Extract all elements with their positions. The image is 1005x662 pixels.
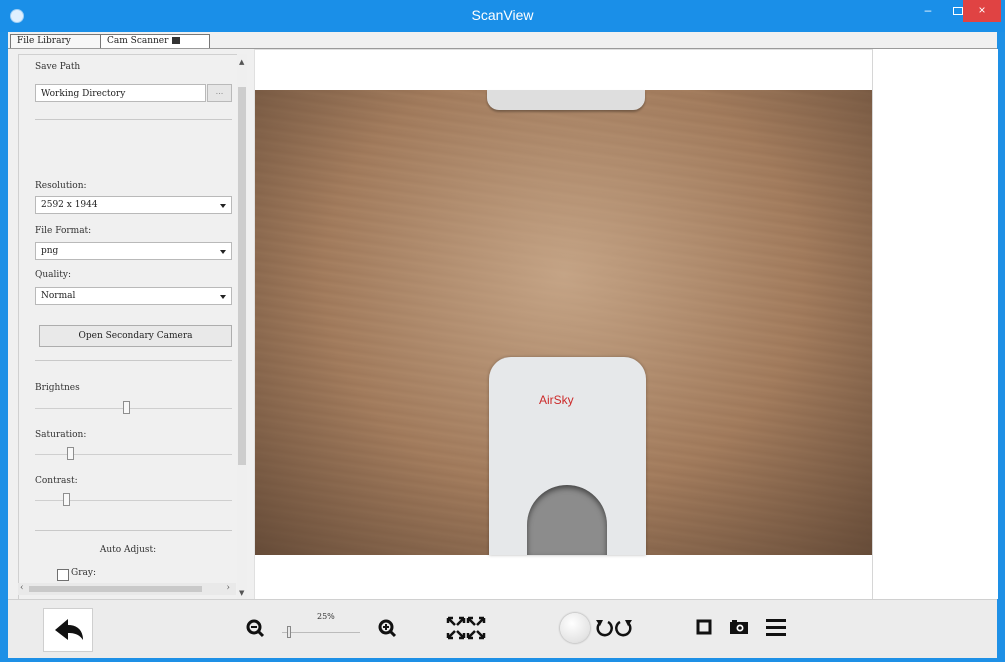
contrast-label: Contrast: [35, 476, 78, 486]
scroll-left-icon[interactable]: ‹ [20, 583, 24, 593]
rotate-right-icon [615, 620, 632, 637]
back-arrow-icon [55, 619, 83, 640]
resolution-select[interactable]: 2592 x 1944 [35, 196, 232, 214]
brightness-slider-track [35, 408, 232, 409]
tab-label: Cam Scanner [107, 36, 169, 46]
tab-cam-scanner[interactable]: Cam Scanner [100, 34, 210, 48]
fit-screen-icon [446, 616, 486, 640]
rotate-left-icon [596, 620, 613, 637]
device-image-top [487, 90, 645, 110]
settings-vertical-scrollbar[interactable]: ▲ ▼ [237, 54, 247, 599]
save-path-field[interactable]: Working Directory [35, 84, 206, 102]
auto-adjust-label: Auto Adjust: [99, 545, 157, 555]
tab-bar: File Library Cam Scanner [8, 32, 997, 49]
minimize-button[interactable]: – [913, 0, 943, 22]
camera-preview[interactable]: AirSky [254, 49, 873, 601]
scroll-down-icon[interactable]: ▼ [239, 589, 244, 597]
file-format-label: File Format: [35, 226, 92, 236]
open-secondary-camera-button[interactable]: Open Secondary Camera [39, 325, 232, 347]
divider [35, 119, 232, 120]
menu-icon [766, 619, 786, 636]
brightness-label: Brightnes [35, 383, 80, 393]
quality-label: Quality: [35, 270, 72, 280]
client-area: File Library Cam Scanner Save Path Worki… [8, 32, 998, 658]
back-button[interactable] [43, 608, 93, 652]
close-button[interactable]: × [963, 0, 1001, 22]
crop-button[interactable] [696, 619, 712, 639]
zoom-out-icon [246, 619, 265, 638]
quality-select[interactable]: Normal [35, 287, 232, 305]
saturation-label: Saturation: [35, 430, 87, 440]
gray-label: Gray: [71, 568, 96, 578]
file-format-value: png [41, 246, 59, 256]
zoom-in-icon [378, 619, 397, 638]
file-format-select[interactable]: png [35, 242, 232, 260]
window-title: ScanView [471, 7, 534, 23]
brightness-slider[interactable] [123, 401, 130, 414]
tab-label: File Library [17, 36, 71, 46]
scrollbar-thumb[interactable] [238, 87, 246, 465]
menu-button[interactable] [765, 616, 787, 642]
divider [35, 360, 232, 361]
zoom-out-button[interactable] [246, 619, 266, 643]
camera-icon [730, 620, 748, 634]
zoom-in-button[interactable] [378, 619, 398, 643]
bottom-toolbar: 25% [8, 599, 997, 658]
contrast-slider[interactable] [63, 493, 70, 506]
zoom-level: 25% [317, 612, 335, 621]
chevron-down-icon [220, 295, 226, 299]
tab-close-icon[interactable] [172, 37, 181, 44]
capture-button[interactable] [560, 613, 590, 643]
saturation-slider-track [35, 454, 232, 455]
device-opening [527, 485, 607, 555]
scrollbar-thumb[interactable] [29, 586, 202, 592]
camera-button[interactable] [729, 619, 749, 639]
thumbnail-pane [872, 49, 998, 599]
divider [35, 530, 232, 531]
chevron-down-icon [220, 204, 226, 208]
browse-button[interactable]: ... [207, 84, 232, 102]
zoom-slider-track [282, 632, 360, 633]
quality-value: Normal [41, 291, 76, 301]
tab-file-library[interactable]: File Library [10, 34, 104, 48]
device-image-bottom: AirSky [489, 357, 646, 555]
rotate-right-button[interactable] [614, 617, 634, 643]
maximize-icon [953, 7, 963, 15]
rotate-left-button[interactable] [594, 617, 614, 643]
camera-feed-image: AirSky [255, 90, 872, 555]
device-logo: AirSky [539, 393, 574, 407]
save-path-label: Save Path [35, 62, 81, 72]
title-bar: ScanView – × [0, 0, 1005, 32]
settings-panel: Save Path Working Directory ... Resoluti… [18, 54, 238, 601]
chevron-down-icon [220, 250, 226, 254]
crop-icon [696, 619, 712, 635]
resolution-value: 2592 x 1944 [41, 200, 98, 210]
scroll-right-icon[interactable]: › [226, 583, 230, 593]
gray-checkbox[interactable] [57, 569, 69, 581]
fit-screen-button[interactable] [446, 616, 486, 644]
settings-horizontal-scrollbar[interactable]: ‹ › [18, 583, 236, 595]
saturation-slider[interactable] [67, 447, 74, 460]
zoom-slider[interactable] [287, 626, 291, 638]
scroll-up-icon[interactable]: ▲ [239, 58, 244, 66]
resolution-label: Resolution: [35, 181, 87, 191]
